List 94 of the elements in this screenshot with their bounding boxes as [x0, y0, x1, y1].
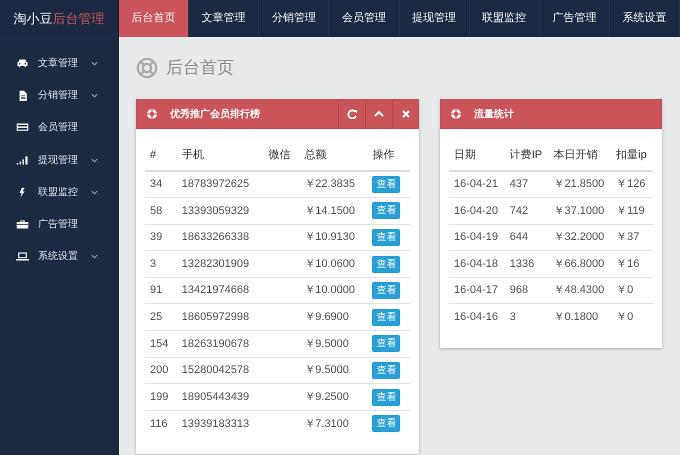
nav-tab[interactable]: 文章管理: [189, 0, 260, 37]
table-cell: 116: [150, 418, 168, 430]
nav-tab[interactable]: 系统设置: [610, 0, 680, 37]
table-cell: 39: [150, 231, 162, 244]
table-cell: 16-04-21: [454, 178, 498, 190]
table-cell: 644: [510, 231, 528, 244]
close-icon: [401, 109, 411, 119]
table-cell: ￥37: [616, 231, 640, 244]
table-cell: 16-04-16: [454, 311, 498, 324]
table-cell: ￥16: [616, 258, 640, 270]
table-cell: 13939183313: [182, 418, 250, 430]
table-cell: ￥21.8500: [553, 178, 604, 190]
table-cell: ￥126: [616, 178, 646, 190]
sidebar-item[interactable]: 分销管理: [0, 79, 119, 112]
column-header: 本日开销: [548, 141, 612, 171]
sidebar-item[interactable]: 文章管理: [0, 47, 119, 80]
table-cell: ￥119: [616, 204, 645, 217]
nav-tab[interactable]: 分销管理: [259, 0, 330, 37]
table-cell: ￥9.5000: [304, 338, 349, 350]
nav-tab[interactable]: 会员管理: [329, 0, 400, 37]
column-header: 日期: [449, 141, 505, 171]
table-cell: ￥9.2500: [304, 390, 349, 403]
table-cell: 437: [510, 178, 528, 190]
table-cell: 18633266338: [182, 231, 250, 244]
sidebar-item[interactable]: 会员管理: [0, 112, 119, 144]
table-cell: 200: [150, 364, 168, 376]
briefcase-icon: [16, 219, 29, 230]
lifebuoy-icon: [136, 57, 158, 79]
table-cell: 13421974668: [182, 284, 250, 296]
nav-tab[interactable]: 联盟监控: [470, 0, 540, 37]
column-header: 扣量ip: [611, 141, 653, 171]
column-header: #: [145, 141, 177, 171]
table-cell: 13282301909: [182, 258, 250, 270]
page-title: 后台首页: [166, 57, 234, 80]
table-cell: 34: [150, 178, 162, 190]
table-cell: ￥7.3100: [304, 418, 349, 430]
table-cell: ￥10.0000: [304, 284, 356, 296]
sidebar-item[interactable]: 提现管理: [0, 144, 119, 176]
lifebuoy-icon: [146, 108, 158, 120]
table-cell: ￥0: [616, 284, 634, 296]
table-cell: 3: [510, 311, 516, 324]
table-cell: 18783972625: [182, 178, 250, 190]
table-cell: 199: [150, 390, 168, 403]
table-cell: 1336: [510, 258, 534, 270]
table-cell: 13393059329: [182, 204, 250, 217]
table-cell: 16-04-17: [454, 284, 498, 296]
table-cell: ￥9.5000: [304, 364, 349, 376]
card-icon: [16, 122, 29, 134]
table-cell: ￥0: [616, 311, 634, 324]
table-cell: 15280042578: [182, 364, 250, 376]
sidebar-item[interactable]: 广告管理: [0, 208, 119, 241]
table-cell: ￥37.1000: [553, 204, 604, 217]
table-cell: 16-04-19: [454, 231, 498, 244]
table-cell: ￥66.8000: [553, 258, 604, 270]
signal-icon: [16, 154, 29, 166]
nav-tab[interactable]: 后台首页: [119, 0, 190, 37]
table-cell: 18605972998: [182, 311, 250, 324]
table-cell: 18263190678: [182, 338, 250, 350]
table-cell: ￥9.6900: [304, 311, 349, 324]
panel-title: 优秀推广会员排行榜: [170, 107, 261, 122]
sidebar-item[interactable]: 系统设置: [0, 240, 119, 274]
column-header: 手机: [176, 141, 264, 171]
table-cell: 91: [150, 284, 162, 296]
table-cell: 16-04-18: [454, 258, 498, 270]
table-cell: 58: [150, 204, 162, 217]
lifebuoy-icon: [450, 108, 462, 120]
collapse-icon: [374, 109, 384, 119]
brand-name: 淘小豆: [14, 10, 52, 28]
table-cell: ￥48.4300: [553, 284, 604, 296]
table-cell: ￥0.1800: [553, 311, 598, 324]
table-cell: ￥10.9130: [304, 231, 356, 244]
car-icon: [16, 58, 29, 69]
column-header: 总额: [299, 141, 368, 171]
sidebar-item[interactable]: 联盟监控: [0, 176, 119, 208]
table-cell: 154: [150, 338, 168, 350]
table-cell: 18905443439: [182, 390, 250, 403]
column-header: 计费IP: [504, 141, 548, 171]
column-header: 操作: [367, 141, 410, 171]
table-cell: ￥10.0600: [304, 258, 356, 270]
laptop-icon: [16, 251, 29, 262]
table-cell: 25: [150, 311, 162, 324]
table-cell: 16-04-20: [454, 204, 498, 217]
table-cell: 968: [510, 284, 528, 296]
table-cell: 742: [510, 204, 528, 217]
table-cell: ￥32.2000: [553, 231, 604, 244]
table-cell: ￥14.1500: [304, 204, 356, 217]
table-cell: 3: [150, 258, 156, 270]
table-cell: ￥22.3835: [304, 178, 356, 190]
column-header: 微信: [263, 141, 300, 171]
refresh-icon: [347, 109, 357, 119]
panel-title: 流量统计: [474, 107, 515, 122]
nav-tab[interactable]: 广告管理: [540, 0, 610, 37]
brand-suffix: 后台管理: [52, 10, 104, 28]
nav-tab[interactable]: 提现管理: [400, 0, 470, 37]
